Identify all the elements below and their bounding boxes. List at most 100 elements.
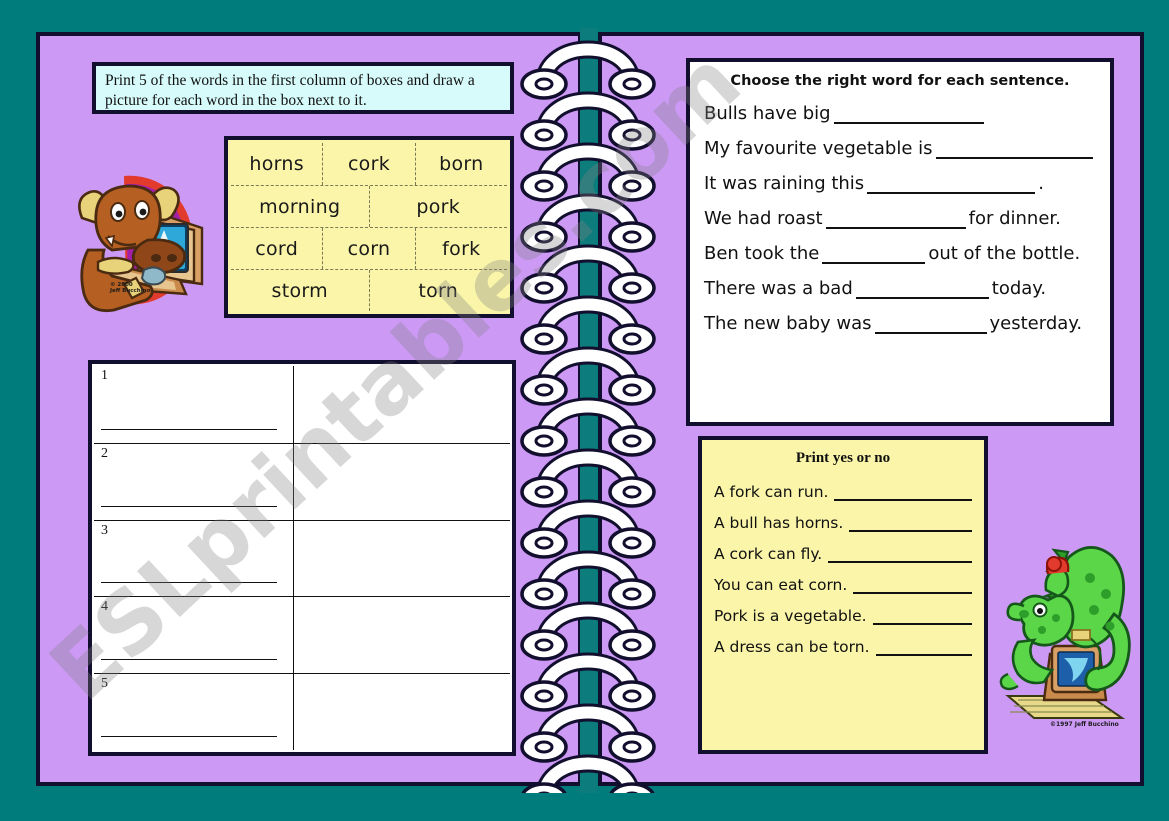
row-number: 3 <box>101 522 108 538</box>
yes-no-answer-blank[interactable] <box>849 517 972 532</box>
picture-cell[interactable] <box>294 521 510 597</box>
word-write-cell[interactable]: 3 <box>94 520 294 597</box>
yes-no-statement: A bull has horns. <box>714 514 844 532</box>
binding-ring <box>520 91 656 151</box>
sentence-text-before: We had roast <box>704 208 823 229</box>
picture-cell[interactable] <box>294 444 510 520</box>
word-bank-row: horns cork born <box>231 143 507 185</box>
word-bank-cell: fork <box>414 228 507 269</box>
yes-no-row: Pork is a vegetable. <box>714 607 972 625</box>
word-bank-table: horns cork born morning pork cord corn fork stor… <box>224 136 514 318</box>
yes-no-statement: A fork can run. <box>714 483 829 501</box>
writing-line <box>101 505 277 507</box>
sentence-blank[interactable] <box>855 282 989 299</box>
binding-ring <box>520 295 656 355</box>
word-bank-cell: torn <box>368 270 508 311</box>
binding-ring <box>520 601 656 661</box>
row-number: 1 <box>101 368 108 383</box>
yes-no-answer-blank[interactable] <box>853 579 972 594</box>
word-write-cell[interactable]: 5 <box>94 674 294 750</box>
yes-no-row: A cork can fly. <box>714 545 972 563</box>
sentence-blank[interactable] <box>935 142 1093 159</box>
word-bank-row: cord corn fork <box>231 227 507 269</box>
binding-ring <box>520 142 656 202</box>
binding-ring <box>520 703 656 763</box>
writing-line <box>101 659 277 661</box>
sentence-blank[interactable] <box>833 107 984 124</box>
yes-no-statement: A dress can be torn. <box>714 638 870 656</box>
bull-clipart: © 2000 Jeff Bucchino <box>52 158 216 322</box>
picture-cell[interactable] <box>294 366 510 443</box>
binding-ring <box>520 499 656 559</box>
sentence-text-after: yesterday. <box>989 313 1083 334</box>
binding-ring <box>520 448 656 508</box>
word-write-cell[interactable]: 2 <box>94 443 294 520</box>
yes-no-panel-title: Print yes or no <box>795 450 891 466</box>
sentence-blank[interactable] <box>874 317 987 334</box>
instruction-box: Print 5 of the words in the first column… <box>92 62 514 114</box>
yes-no-answer-blank[interactable] <box>872 610 972 625</box>
yes-no-answer-blank[interactable] <box>875 641 972 656</box>
binding-ring <box>520 550 656 610</box>
spiral-binding <box>518 28 658 793</box>
yes-no-statement: You can eat corn. <box>714 576 848 594</box>
yes-no-row: A fork can run. <box>714 483 972 501</box>
sentence-text-after: . <box>1038 173 1044 194</box>
sentence-list: Bulls have big My favourite vegetable is I… <box>704 103 1096 334</box>
yes-no-answer-blank[interactable] <box>828 548 972 563</box>
sentence-text-before: It was raining this <box>704 173 865 194</box>
draw-grid-row: 4 <box>94 596 510 674</box>
sentence-row: We had roast for dinner. <box>704 208 1096 229</box>
sentence-text-before: The new baby was <box>704 313 872 334</box>
word-bank-row: storm torn <box>231 269 507 311</box>
binding-ring <box>520 244 656 304</box>
yes-no-row: You can eat corn. <box>714 576 972 594</box>
yes-no-answer-blank[interactable] <box>834 486 972 501</box>
yes-no-list: A fork can run. A bull has horns. A cork c… <box>714 483 972 656</box>
sentence-text-before: My favourite vegetable is <box>704 138 933 159</box>
row-number: 2 <box>101 445 108 461</box>
word-write-cell[interactable]: 4 <box>94 597 294 674</box>
draw-grid-row: 3 <box>94 519 510 597</box>
sentence-text-before: Ben took the <box>704 243 820 264</box>
sentence-blank[interactable] <box>825 212 966 229</box>
word-bank-cell: horns <box>249 153 304 175</box>
word-and-picture-grid: 1 2 3 4 5 <box>88 360 516 756</box>
yes-no-statement: A cork can fly. <box>714 545 823 563</box>
sentence-row: Bulls have big <box>704 103 1096 124</box>
word-bank-cell: corn <box>322 228 414 269</box>
word-write-cell[interactable]: 1 <box>94 366 294 443</box>
row-number: 4 <box>101 599 108 615</box>
binding-ring <box>520 193 656 253</box>
yes-no-row: A dress can be torn. <box>714 638 972 656</box>
draw-grid-row: 5 <box>94 673 510 750</box>
draw-grid-row: 2 <box>94 442 510 520</box>
binding-ring <box>520 40 656 100</box>
sentence-blank[interactable] <box>867 177 1036 194</box>
binding-ring <box>520 397 656 457</box>
sentence-text-before: There was a bad <box>704 278 853 299</box>
dragon-copyright: ©1997 Jeff Bucchino <box>1050 721 1119 728</box>
sentence-panel-title: Choose the right word for each sentence. <box>730 73 1070 89</box>
sentence-text-before: Bulls have big <box>704 103 831 124</box>
picture-cell[interactable] <box>294 597 510 673</box>
sentence-text-after: today. <box>991 278 1047 299</box>
writing-line <box>101 582 277 584</box>
worksheet-canvas: Print 5 of the words in the first column… <box>0 0 1169 821</box>
word-bank-cell: born <box>414 143 507 185</box>
word-bank-cell: morning <box>259 195 341 218</box>
word-bank-cell: storm <box>271 279 328 302</box>
sentence-row: The new baby was yesterday. <box>704 313 1096 334</box>
row-number: 5 <box>101 676 108 692</box>
word-bank-row: morning pork <box>231 185 507 227</box>
binding-ring <box>520 652 656 712</box>
picture-cell[interactable] <box>294 674 510 750</box>
sentence-blank[interactable] <box>822 247 926 264</box>
instruction-text: Print 5 of the words in the first column… <box>105 72 475 110</box>
writing-line <box>101 735 277 737</box>
yes-no-panel: Print yes or no A fork can run. A bull ha… <box>698 436 988 754</box>
bull-copyright: © 2000 Jeff Bucchino <box>110 282 151 295</box>
binding-ring <box>521 754 655 793</box>
word-bank-cell: cork <box>322 143 414 185</box>
word-bank-cell: pork <box>368 186 508 227</box>
